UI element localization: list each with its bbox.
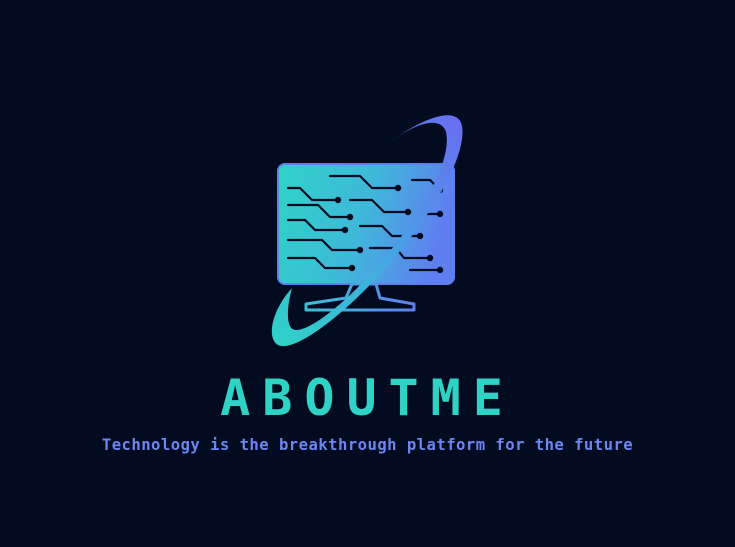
computer-monitor-circuit-icon [271, 115, 463, 347]
tagline: Technology is the breakthrough platform … [101, 436, 634, 454]
brand-name: ABOUTME [220, 369, 515, 427]
logo-canvas: ABOUTME Technology is the breakthrough p… [0, 0, 735, 547]
